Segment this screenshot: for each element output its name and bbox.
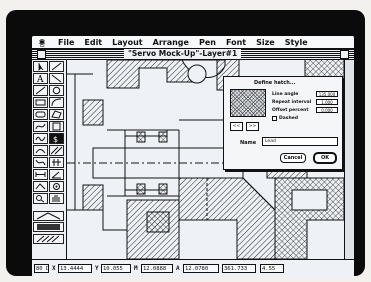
b-value: 361.733 bbox=[222, 264, 256, 273]
x-label: X bbox=[52, 265, 56, 272]
line-angle-field[interactable]: 135.000 bbox=[316, 91, 338, 97]
zoom-level[interactable]: 80 D bbox=[34, 264, 49, 273]
freehand-tool-icon[interactable] bbox=[33, 133, 48, 144]
drawing-canvas[interactable]: Define hatch... Line angle 135.000 Repea… bbox=[67, 60, 344, 259]
slash-tool-icon[interactable] bbox=[33, 85, 48, 96]
vertical-scrollbar[interactable] bbox=[344, 60, 354, 259]
circle-tool-icon[interactable] bbox=[49, 85, 64, 96]
fill-pattern-icon[interactable] bbox=[33, 234, 64, 244]
apple-menu-icon[interactable]: ✱ bbox=[36, 38, 48, 47]
arc-tool-icon[interactable] bbox=[49, 97, 64, 108]
box-tool-icon[interactable] bbox=[49, 121, 64, 132]
polygon-tool-icon[interactable] bbox=[49, 109, 64, 120]
menu-pen[interactable]: Pen bbox=[199, 38, 216, 47]
window-title-bar[interactable]: "Servo Mock-Up"-Layer#1 bbox=[32, 49, 354, 60]
x-coordinate: 13.4444 bbox=[58, 264, 92, 273]
line-angle-label: Line angle bbox=[272, 92, 299, 97]
y-label: Y bbox=[95, 265, 99, 272]
menu-arrange[interactable]: Arrange bbox=[153, 38, 189, 47]
a-value: 12.0780 bbox=[183, 264, 219, 273]
repeat-interval-field[interactable]: 1.000 bbox=[316, 99, 338, 105]
svg-text:$: $ bbox=[53, 135, 58, 143]
offset-percent-field[interactable]: 0.000 bbox=[316, 107, 338, 113]
m-label: M bbox=[134, 265, 138, 272]
menu-size[interactable]: Size bbox=[256, 38, 275, 47]
y-coordinate: 10.055 bbox=[101, 264, 131, 273]
diagonal-line-tool-icon[interactable] bbox=[49, 73, 64, 84]
bezier-tool-icon[interactable] bbox=[33, 157, 48, 168]
a-label: A bbox=[176, 265, 180, 272]
curve-tool-icon[interactable] bbox=[33, 121, 48, 132]
dashed-checkbox[interactable] bbox=[272, 116, 277, 121]
repeat-interval-label: Repeat interval bbox=[272, 100, 312, 105]
menu-style[interactable]: Style bbox=[285, 38, 308, 47]
hand-tool-icon[interactable] bbox=[49, 193, 64, 204]
name-field[interactable]: Lead bbox=[262, 137, 338, 146]
arrow-tool-icon[interactable] bbox=[33, 61, 48, 72]
dashed-label: Dashed bbox=[279, 116, 298, 121]
selected-tool-icon[interactable]: $ bbox=[49, 133, 64, 144]
hatch-preview bbox=[230, 89, 266, 117]
window-title: "Servo Mock-Up"-Layer#1 bbox=[124, 49, 242, 59]
grid-tool-icon[interactable] bbox=[49, 157, 64, 168]
menu-font[interactable]: Font bbox=[226, 38, 246, 47]
rounded-rect-tool-icon[interactable] bbox=[33, 109, 48, 120]
close-box-icon[interactable] bbox=[37, 50, 46, 59]
zoom-box-icon[interactable] bbox=[340, 50, 349, 59]
line-tool-icon[interactable] bbox=[49, 61, 64, 72]
node-tool-icon[interactable] bbox=[33, 181, 48, 192]
tool-palette: A $ bbox=[32, 60, 67, 259]
name-label: Name bbox=[240, 140, 257, 146]
menu-file[interactable]: File bbox=[58, 38, 74, 47]
next-button[interactable]: >> bbox=[246, 122, 259, 131]
offset-percent-label: Offset percent bbox=[272, 108, 309, 113]
define-hatch-dialog: Define hatch... Line angle 135.000 Repea… bbox=[223, 76, 343, 170]
zoom-tool-icon[interactable] bbox=[33, 193, 48, 204]
cancel-button[interactable]: Cancel bbox=[280, 153, 306, 163]
dialog-title: Define hatch... bbox=[254, 80, 296, 86]
ok-button[interactable]: OK bbox=[314, 153, 336, 163]
status-bar: 80 D X 13.4444 Y 10.055 M 12.0888 A 12.0… bbox=[32, 259, 354, 278]
dimension-tool-icon[interactable] bbox=[33, 169, 48, 180]
m-value: 12.0888 bbox=[141, 264, 173, 273]
text-tool-icon[interactable]: A bbox=[33, 73, 48, 84]
previous-button[interactable]: << bbox=[230, 122, 243, 131]
svg-text:A: A bbox=[36, 75, 44, 83]
menubar:  ✱ File Edit Layout Arrange Pen Font Si… bbox=[32, 36, 354, 49]
menu-layout[interactable]: Layout bbox=[112, 38, 142, 47]
screen:  ✱ File Edit Layout Arrange Pen Font Si… bbox=[32, 36, 354, 278]
hatch-tool-icon[interactable] bbox=[49, 145, 64, 156]
c-value: 4.55 bbox=[260, 264, 284, 273]
spiral-tool-icon[interactable] bbox=[49, 181, 64, 192]
rectangle-tool-icon[interactable] bbox=[33, 97, 48, 108]
angle-tool-icon[interactable] bbox=[49, 169, 64, 180]
line-weight-icon[interactable] bbox=[33, 211, 64, 221]
menu-edit[interactable]: Edit bbox=[84, 38, 102, 47]
spline-tool-icon[interactable] bbox=[33, 145, 48, 156]
pen-pattern-icon[interactable] bbox=[33, 222, 64, 232]
monitor-bezel:  ✱ File Edit Layout Arrange Pen Font Si… bbox=[6, 10, 365, 278]
